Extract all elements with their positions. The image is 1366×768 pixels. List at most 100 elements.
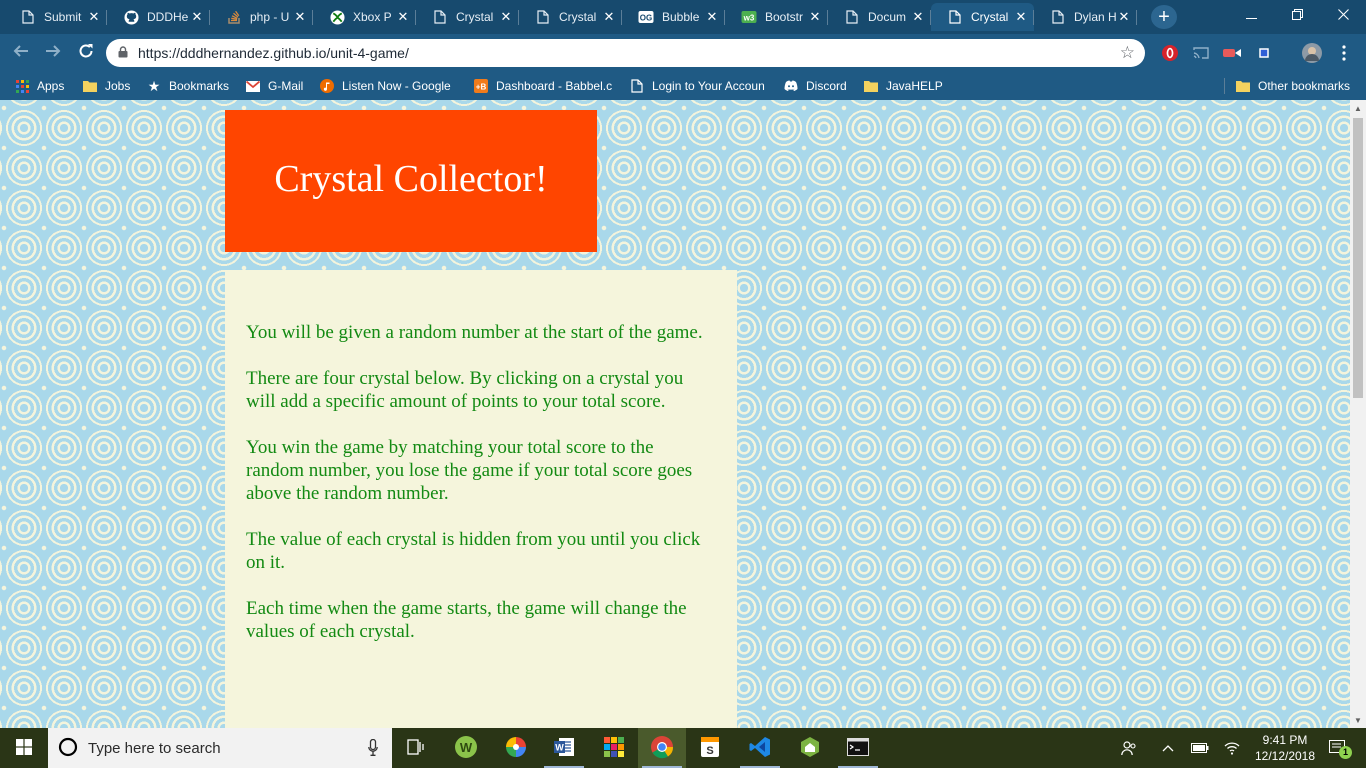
bookmark-babbel[interactable]: +B Dashboard - Babbel.c bbox=[474, 76, 614, 96]
reload-button[interactable] bbox=[73, 40, 99, 66]
bookmark-apps[interactable]: Apps bbox=[15, 76, 64, 96]
people-icon[interactable] bbox=[1116, 728, 1142, 768]
close-window-button[interactable] bbox=[1320, 0, 1366, 30]
tab-label: Bootstr bbox=[765, 10, 804, 24]
tab-document[interactable]: Docum ✕ bbox=[828, 3, 931, 31]
tab-github[interactable]: DDDHe ✕ bbox=[107, 3, 210, 31]
bookmark-label: Listen Now - Google bbox=[342, 79, 451, 93]
sublime-icon: S bbox=[700, 736, 720, 761]
bookmark-bookmarks[interactable]: ★ Bookmarks bbox=[147, 76, 229, 96]
restore-icon bbox=[1291, 7, 1303, 23]
extension-video-icon[interactable] bbox=[1222, 43, 1242, 63]
bookmark-label: Jobs bbox=[105, 79, 131, 93]
taskbar-app-chrome[interactable] bbox=[638, 728, 686, 768]
taskbar-app-sublime[interactable]: S bbox=[686, 728, 734, 768]
bookmark-javahelp[interactable]: JavaHELP bbox=[864, 76, 943, 96]
bookmark-label: Discord bbox=[806, 79, 847, 93]
taskbar-app-photos[interactable] bbox=[492, 728, 540, 768]
svg-text:OG: OG bbox=[640, 14, 652, 23]
close-icon[interactable]: ✕ bbox=[602, 9, 616, 24]
action-center-button[interactable]: 1 bbox=[1320, 728, 1356, 768]
arrow-right-icon bbox=[45, 43, 61, 64]
tab-crystal-2[interactable]: Crystal ✕ bbox=[519, 3, 622, 31]
bookmark-label: Dashboard - Babbel.c bbox=[496, 79, 613, 93]
taskbar-app-green-w[interactable]: W bbox=[442, 728, 490, 768]
notification-icon: 1 bbox=[1329, 740, 1352, 759]
document-icon bbox=[20, 9, 36, 25]
home-hexagon-icon bbox=[799, 736, 821, 761]
close-icon[interactable]: ✕ bbox=[190, 9, 204, 24]
document-icon bbox=[432, 9, 448, 25]
taskbar-search[interactable]: Type here to search bbox=[48, 728, 392, 768]
rules-panel: You will be given a random number at the… bbox=[225, 270, 737, 728]
microphone-icon[interactable] bbox=[368, 738, 378, 759]
bookmark-login[interactable]: Login to Your Accoun bbox=[630, 76, 766, 96]
close-icon[interactable]: ✕ bbox=[911, 9, 925, 24]
close-icon[interactable]: ✕ bbox=[808, 9, 822, 24]
page-scrollbar[interactable]: ▲ ▼ bbox=[1350, 100, 1366, 728]
address-bar[interactable]: https://dddhernandez.github.io/unit-4-ga… bbox=[106, 39, 1145, 67]
scroll-down-icon[interactable]: ▼ bbox=[1350, 712, 1366, 728]
xbox-icon bbox=[329, 9, 345, 25]
tab-bubble[interactable]: OG Bubble ✕ bbox=[622, 3, 725, 31]
taskbar-app-grid[interactable] bbox=[590, 728, 638, 768]
bookmark-star-icon[interactable]: ☆ bbox=[1120, 43, 1135, 63]
document-icon bbox=[947, 9, 963, 25]
bookmark-other[interactable]: Other bookmarks bbox=[1236, 76, 1350, 96]
tab-crystal-1[interactable]: Crystal ✕ bbox=[416, 3, 519, 31]
bookmark-gmail[interactable]: G-Mail bbox=[246, 76, 303, 96]
system-clock[interactable]: 9:41 PM 12/12/2018 bbox=[1250, 732, 1320, 764]
forward-button[interactable] bbox=[40, 40, 66, 66]
tab-xbox[interactable]: Xbox P ✕ bbox=[313, 3, 416, 31]
profile-avatar[interactable] bbox=[1302, 43, 1322, 63]
app-w-icon: W bbox=[454, 735, 478, 762]
task-view-icon bbox=[407, 738, 425, 758]
close-icon[interactable]: ✕ bbox=[293, 9, 307, 24]
extension-square-icon[interactable] bbox=[1254, 43, 1274, 63]
close-icon[interactable]: ✕ bbox=[87, 9, 101, 24]
document-icon bbox=[535, 9, 551, 25]
notification-badge: 1 bbox=[1339, 746, 1352, 759]
tray-chevron-up-icon[interactable] bbox=[1156, 728, 1180, 768]
wifi-icon[interactable] bbox=[1220, 728, 1244, 768]
tab-label: Bubble bbox=[662, 10, 700, 24]
tab-label: Xbox P bbox=[353, 10, 392, 24]
stackoverflow-icon bbox=[226, 9, 242, 25]
document-icon bbox=[1050, 9, 1066, 25]
bookmark-google-music[interactable]: Listen Now - Google bbox=[320, 76, 451, 96]
bookmark-jobs[interactable]: Jobs bbox=[83, 76, 130, 96]
w3-icon: w3 bbox=[741, 9, 757, 25]
menu-kebab-icon[interactable] bbox=[1334, 43, 1354, 63]
folder-icon bbox=[83, 79, 97, 93]
bookmark-discord[interactable]: Discord bbox=[784, 76, 847, 96]
close-icon[interactable]: ✕ bbox=[499, 9, 513, 24]
taskbar-app-home[interactable] bbox=[786, 728, 834, 768]
task-view-button[interactable] bbox=[392, 728, 440, 768]
bookmark-label: Login to Your Accoun bbox=[652, 79, 765, 93]
taskbar-app-word[interactable]: W bbox=[540, 728, 588, 768]
tab-bootstrap[interactable]: w3 Bootstr ✕ bbox=[725, 3, 828, 31]
close-icon[interactable]: ✕ bbox=[705, 9, 719, 24]
scroll-up-icon[interactable]: ▲ bbox=[1350, 100, 1366, 116]
bookmarks-bar: Apps Jobs ★ Bookmarks G-Mail Listen Now … bbox=[0, 71, 1366, 100]
close-icon[interactable]: ✕ bbox=[396, 9, 410, 24]
taskbar-app-vscode[interactable] bbox=[736, 728, 784, 768]
tab-dylan[interactable]: Dylan H ✕ bbox=[1034, 3, 1137, 31]
tab-php[interactable]: php - U ✕ bbox=[210, 3, 313, 31]
new-tab-button[interactable]: + bbox=[1151, 5, 1177, 29]
scrollbar-thumb[interactable] bbox=[1353, 118, 1363, 398]
close-icon[interactable]: ✕ bbox=[1014, 9, 1028, 24]
reload-icon bbox=[78, 43, 94, 64]
tab-submit[interactable]: Submit ✕ bbox=[4, 3, 107, 31]
cast-icon[interactable] bbox=[1191, 43, 1211, 63]
minimize-button[interactable] bbox=[1228, 0, 1274, 30]
tab-crystal-active[interactable]: Crystal ✕ bbox=[931, 3, 1034, 31]
back-button[interactable] bbox=[8, 40, 34, 66]
taskbar-app-terminal[interactable] bbox=[834, 728, 882, 768]
document-icon bbox=[630, 79, 644, 93]
start-button[interactable] bbox=[0, 728, 48, 768]
restore-button[interactable] bbox=[1274, 0, 1320, 30]
extension-opera-icon[interactable] bbox=[1160, 43, 1180, 63]
battery-icon[interactable] bbox=[1188, 728, 1212, 768]
close-icon[interactable]: ✕ bbox=[1117, 9, 1131, 24]
